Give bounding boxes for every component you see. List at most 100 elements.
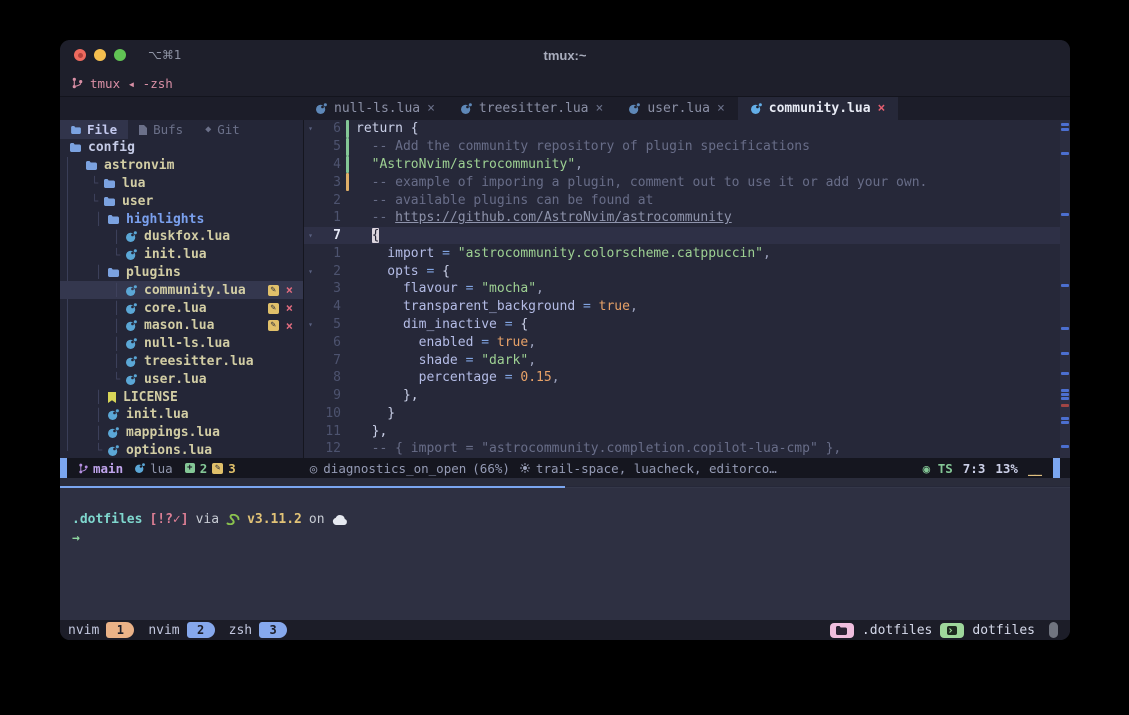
tree-item-config[interactable]: config [60,139,303,157]
tree-item-mappings.lua[interactable]: │mappings.lua [60,424,303,442]
code-line-1[interactable]: 1 -- https://github.com/AstroNvim/astroc… [304,209,1070,227]
tree-item-community.lua[interactable]: │community.lua✎× [60,281,303,299]
code-line-4[interactable]: 4 "AstroNvim/astrocommunity", [304,156,1070,174]
git-branch-name: main [93,461,123,476]
code-line-3[interactable]: 3 -- example of imporing a plugin, comme… [304,173,1070,191]
git-sign [346,120,349,138]
buffer-tab-treesitter.lua[interactable]: treesitter.lua× [448,97,616,120]
tree-item-treesitter.lua[interactable]: │treesitter.lua [60,353,303,371]
line-number: 1 [317,210,341,225]
tree-item-LICENSE[interactable]: │LICENSE [60,388,303,406]
fold-icon[interactable]: ▾ [304,320,317,329]
unstaged-icon: × [286,301,293,315]
close-buffer-icon[interactable]: × [427,101,435,116]
tree-item-plugins[interactable]: │plugins [60,264,303,282]
tab-file[interactable]: File [60,120,128,139]
shell-pane[interactable]: .dotfiles [!?✓] via v3.11.2 on → [60,488,1070,620]
code-line-3[interactable]: 3 flavour = "mocha", [304,280,1070,298]
fold-icon[interactable]: ▾ [304,124,317,133]
titlebar: ⌥⌘1 tmux:~ [60,40,1070,70]
code-line-4[interactable]: 4 transparent_background = true, [304,298,1070,316]
git-diff-segment[interactable]: + 2 ✎ 3 [185,461,236,476]
bufferline: null-ls.lua×treesitter.lua×user.lua×comm… [60,97,1070,120]
tmux-window-zsh-3[interactable]: zsh3 [229,622,287,638]
buffer-tab-null-ls.lua[interactable]: null-ls.lua× [303,97,448,120]
license-icon [108,392,116,403]
file-tree: configastronvim└lua└user│highlights│dusk… [60,139,303,458]
code-line-9[interactable]: 9 }, [304,387,1070,405]
code-line-5[interactable]: ▾5 dim_inactive = { [304,316,1070,334]
git-sign [346,173,349,191]
code-line-5[interactable]: 5 -- Add the community repository of plu… [304,138,1070,156]
tree-item-user.lua[interactable]: └user.lua [60,370,303,388]
tree-item-duskfox.lua[interactable]: │duskfox.lua [60,228,303,246]
code-editor[interactable]: ▾6return {5 -- Add the community reposit… [304,120,1070,458]
treesitter-segment[interactable]: ◉ TS [923,461,953,476]
tree-item-highlights[interactable]: │highlights [60,210,303,228]
scroll-percent: 13% [995,461,1018,476]
git-sign [346,209,349,227]
code-line-6[interactable]: 6 enabled = true, [304,333,1070,351]
tab-bufs-label: Bufs [153,122,183,137]
unstaged-icon: × [286,319,293,333]
git-sign [346,369,349,387]
git-sign [346,440,349,458]
tmux-directory-label: .dotfiles [862,623,932,638]
zoom-window-button[interactable] [114,49,126,61]
git-branch-segment[interactable]: main [79,461,123,476]
tree-guide: └ [95,443,108,457]
tree-item-init.lua[interactable]: │init.lua [60,406,303,424]
code-line-7[interactable]: 7 shade = "dark", [304,351,1070,369]
code-line-12[interactable]: 12 -- { import = "astrocommunity.complet… [304,440,1070,458]
tree-item-options.lua[interactable]: └options.lua [60,442,303,458]
close-buffer-icon[interactable]: × [596,101,604,116]
git-sign [346,316,349,334]
window-title: tmux:~ [60,48,1070,63]
close-buffer-icon[interactable]: × [717,101,725,116]
code-text: dim_inactive = { [356,317,1070,332]
code-line-8[interactable]: 8 percentage = 0.15, [304,369,1070,387]
tree-item-core.lua[interactable]: │core.lua✎× [60,299,303,317]
shell-input-line[interactable]: → [72,531,1070,546]
tree-item-astronvim[interactable]: astronvim [60,157,303,175]
diamond-icon: ◆ [205,124,211,135]
cursor-position: 7:3 [963,461,986,476]
close-window-button[interactable] [74,49,86,61]
buffer-tab-user.lua[interactable]: user.lua× [616,97,737,120]
fold-icon[interactable]: ▾ [304,231,317,240]
tree-item-mason.lua[interactable]: │mason.lua✎× [60,317,303,335]
tree-item-lua[interactable]: └lua [60,175,303,193]
close-buffer-icon[interactable]: × [878,101,886,116]
lua-file-icon [126,356,137,367]
tree-item-label: plugins [126,265,181,280]
code-line-10[interactable]: 10 } [304,405,1070,423]
tree-guide: │ [113,301,126,315]
buffer-tab-label: community.lua [769,101,871,116]
buffer-tab-community.lua[interactable]: community.lua × [738,97,899,120]
tree-item-init.lua[interactable]: └init.lua [60,246,303,264]
editor-scrollbar[interactable] [1060,120,1070,458]
tree-item-null-ls.lua[interactable]: │null-ls.lua [60,335,303,353]
lua-file-icon [126,374,137,385]
fold-icon[interactable]: ▾ [304,267,317,276]
terminal-tab-bar[interactable]: tmux ◂ -zsh [60,70,1070,97]
tmux-window-nvim-1[interactable]: nvim1 [68,622,134,638]
filetype-segment[interactable]: lua [135,461,173,476]
line-number: 10 [317,406,341,421]
code-line-6[interactable]: ▾6return { [304,120,1070,138]
neotree-panel: File Bufs ◆ Git configastronvim└lua└user… [60,120,304,458]
code-line-2[interactable]: 2 -- available plugins can be found at [304,191,1070,209]
tab-bufs[interactable]: Bufs [128,120,194,139]
tmux-window-nvim-2[interactable]: nvim2 [148,622,214,638]
minimize-window-button[interactable] [94,49,106,61]
code-line-1[interactable]: 1 import = "astrocommunity.colorscheme.c… [304,244,1070,262]
code-text: import = "astrocommunity.colorscheme.cat… [356,246,1070,261]
code-line-2[interactable]: ▾2 opts = { [304,262,1070,280]
tab-git[interactable]: ◆ Git [194,120,251,139]
code-line-11[interactable]: 11 }, [304,422,1070,440]
git-sign [346,191,349,209]
code-line-7[interactable]: ▾7 { [304,227,1070,245]
scrollbar-mark [1061,284,1069,287]
tree-item-user[interactable]: └user [60,192,303,210]
lsp-segment[interactable]: ◎ diagnostics_on_open (66%) trail-space,… [310,461,777,476]
